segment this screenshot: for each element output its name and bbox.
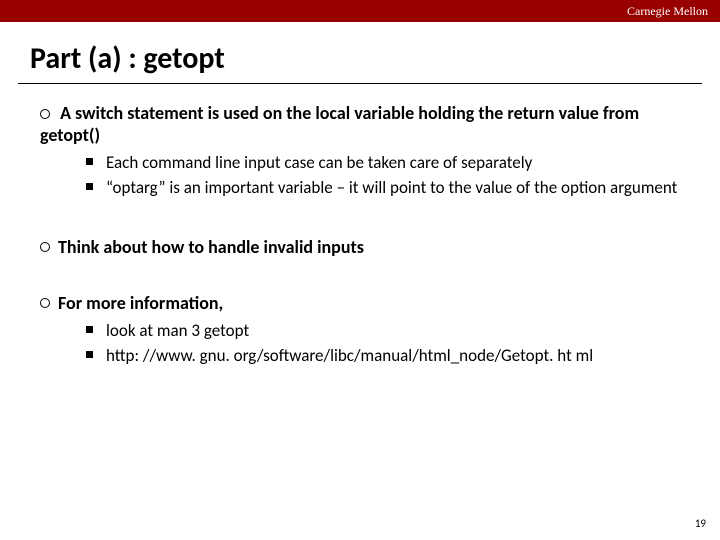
hollow-circle-icon bbox=[40, 109, 50, 119]
bullet-1-text: A switch statement is used on the local … bbox=[40, 102, 639, 146]
bullet-3-sublist: look at man 3 getopt http: //www. gnu. o… bbox=[40, 320, 680, 368]
list-item: http: //www. gnu. org/software/libc/manu… bbox=[86, 345, 680, 368]
header-brand: Carnegie Mellon bbox=[627, 4, 708, 19]
bullet-1-sublist: Each command line input case can be take… bbox=[40, 152, 680, 200]
list-item: look at man 3 getopt bbox=[86, 320, 680, 343]
list-item: “optarg” is an important variable – it w… bbox=[86, 177, 680, 200]
slide-content: A switch statement is used on the local … bbox=[0, 84, 720, 368]
hollow-circle-icon bbox=[40, 242, 50, 252]
bullet-1: A switch statement is used on the local … bbox=[40, 102, 680, 146]
page-number: 19 bbox=[695, 517, 706, 530]
list-item: Each command line input case can be take… bbox=[86, 152, 680, 175]
bullet-2: Think about how to handle invalid inputs bbox=[40, 236, 680, 258]
bullet-2-text: Think about how to handle invalid inputs bbox=[58, 236, 364, 258]
hollow-circle-icon bbox=[40, 298, 50, 308]
bullet-3: For more information, bbox=[40, 292, 680, 314]
bullet-3-text: For more information, bbox=[58, 292, 223, 314]
header-bar: Carnegie Mellon bbox=[0, 0, 720, 22]
slide-title: Part (a) : getopt bbox=[0, 22, 720, 83]
